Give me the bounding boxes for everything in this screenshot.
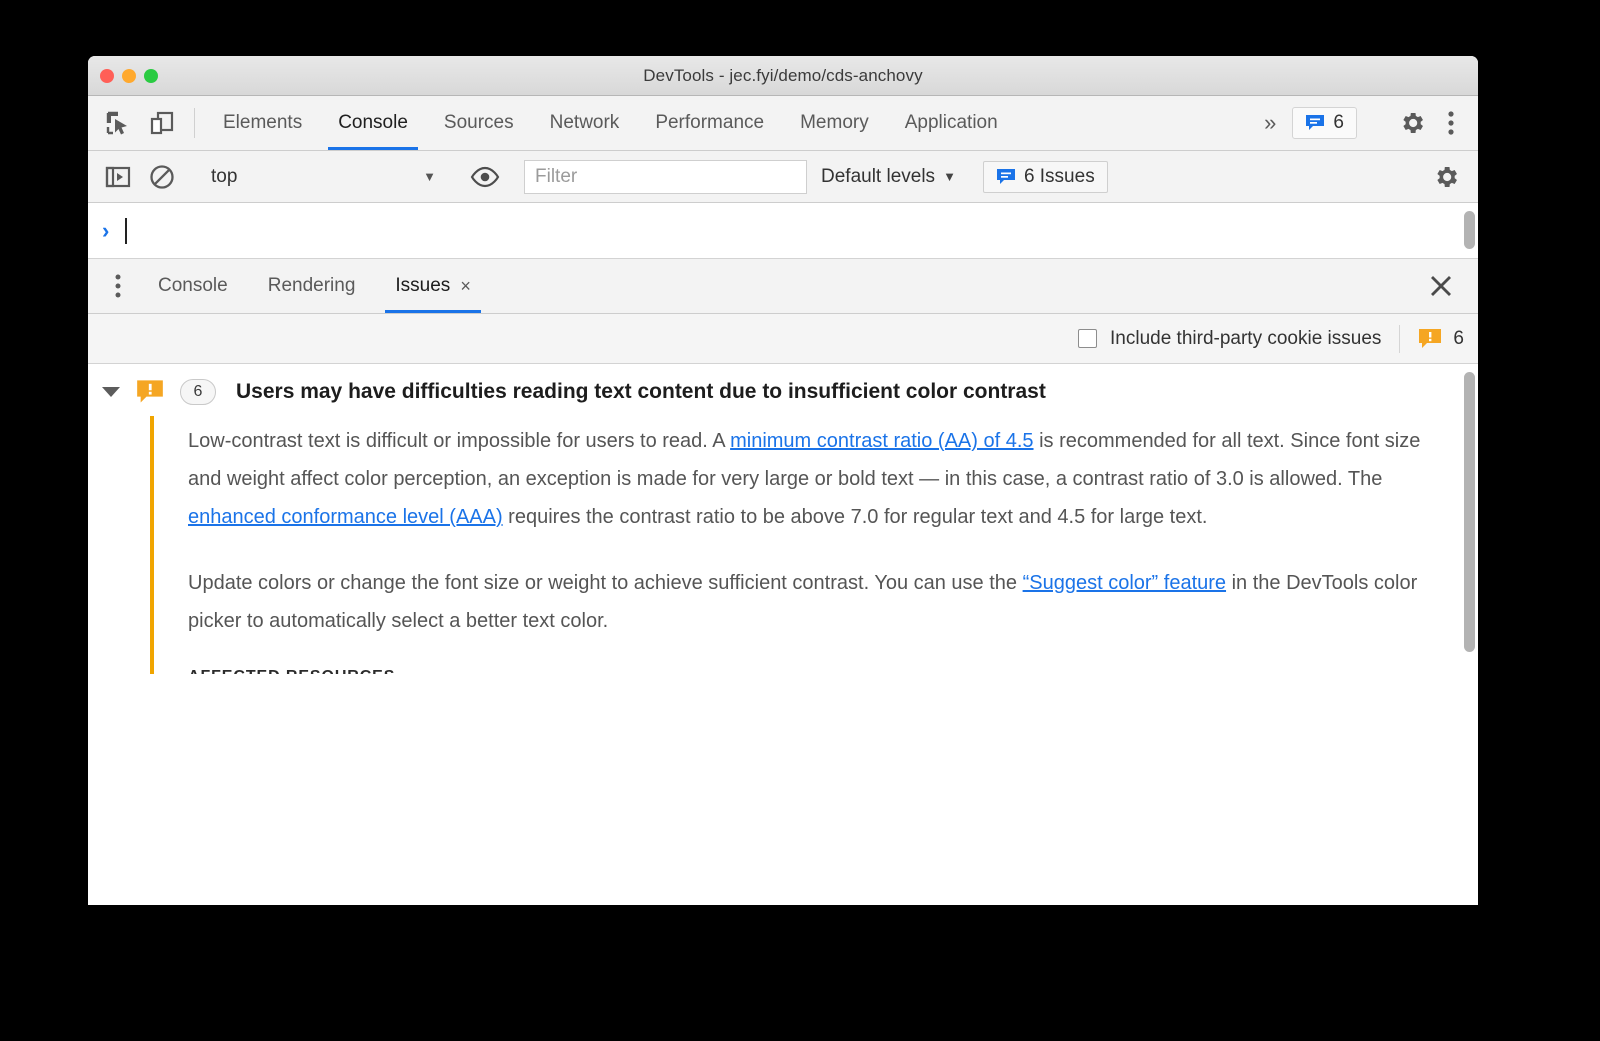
console-prompt-row[interactable]: › — [88, 203, 1478, 259]
tab-label: Sources — [443, 112, 514, 133]
drawer-tab-rendering[interactable]: Rendering — [248, 259, 376, 313]
clear-console-icon[interactable] — [140, 155, 184, 199]
affected-resources-title: AFFECTED RESOURCES — [188, 668, 1478, 674]
tab-application[interactable]: Application — [887, 96, 1016, 150]
issues-counter-button[interactable]: 6 — [1292, 107, 1357, 139]
console-toolbar-right — [1399, 155, 1468, 199]
text-run: Low-contrast text is difficult or imposs… — [188, 430, 731, 452]
text-run: Update colors or change the font size or… — [188, 572, 1023, 594]
tab-label: Console — [338, 112, 408, 133]
issues-counter-value: 6 — [1333, 112, 1344, 133]
issues-list: 6 Users may have difficulties reading te… — [88, 364, 1478, 674]
inspect-cursor-icon[interactable] — [96, 96, 140, 150]
prompt-caret-icon: › — [102, 217, 110, 243]
drawer-tab-issues[interactable]: Issues × — [375, 259, 490, 313]
tab-strip-right-controls: » 6 — [1250, 96, 1478, 150]
live-expression-eye-icon[interactable] — [463, 155, 507, 199]
traffic-lights — [100, 68, 158, 83]
more-tabs-icon[interactable]: » — [1250, 110, 1290, 136]
console-filter-toolbar: top ▼ Default levels ▼ 6 Issues — [88, 151, 1478, 203]
issues-warning-count: 6 — [1418, 327, 1464, 351]
tab-label: Performance — [655, 112, 765, 133]
link-enhanced-conformance[interactable]: enhanced conformance level (AAA) — [188, 506, 503, 528]
zoom-window-button[interactable] — [144, 68, 158, 83]
toolbar-divider — [1399, 324, 1401, 353]
issue-bubble-icon — [996, 168, 1015, 184]
tab-console[interactable]: Console — [320, 96, 426, 150]
gear-icon[interactable] — [1424, 155, 1468, 199]
window-title: DevTools - jec.fyi/demo/cds-anchovy — [643, 65, 923, 85]
drawer-menu-icon[interactable] — [98, 259, 138, 313]
tab-label: Network — [549, 112, 620, 133]
drawer-tab-label: Rendering — [267, 275, 356, 296]
tab-label: Memory — [800, 112, 869, 133]
issue-paragraph-1: Low-contrast text is difficult or imposs… — [188, 422, 1428, 536]
third-party-cookie-checkbox[interactable] — [1078, 329, 1097, 348]
log-levels-value: Default levels — [821, 165, 936, 187]
issue-count-badge: 6 — [180, 379, 216, 405]
console-sidebar-icon[interactable] — [96, 155, 140, 199]
chevron-down-icon: ▼ — [423, 169, 436, 184]
issue-paragraph-2: Update colors or change the font size or… — [188, 564, 1428, 640]
open-issues-button[interactable]: 6 Issues — [982, 160, 1108, 193]
issues-warning-count-value: 6 — [1453, 327, 1464, 349]
tab-elements[interactable]: Elements — [205, 96, 320, 150]
issue-header-row[interactable]: 6 Users may have difficulties reading te… — [88, 364, 1478, 416]
issue-bubble-icon — [1306, 115, 1325, 130]
devtools-tab-strip: Elements Console Sources Network Perform… — [88, 96, 1478, 151]
gear-icon[interactable] — [1390, 109, 1434, 137]
chevron-down-icon: ▼ — [943, 169, 956, 184]
device-toolbar-icon[interactable] — [140, 96, 184, 150]
drawer-tab-console[interactable]: Console — [138, 259, 248, 313]
tab-label: Elements — [223, 112, 303, 133]
devtools-window: DevTools - jec.fyi/demo/cds-anchovy Elem… — [88, 56, 1478, 905]
execution-context-select[interactable]: top ▼ — [201, 160, 446, 194]
tab-sources[interactable]: Sources — [426, 96, 532, 150]
issues-toolbar: Include third-party cookie issues 6 — [88, 314, 1478, 364]
chevron-down-icon[interactable] — [102, 387, 120, 397]
kebab-menu-icon[interactable] — [1436, 110, 1466, 136]
issues-scrollbar[interactable] — [1464, 372, 1475, 652]
window-titlebar: DevTools - jec.fyi/demo/cds-anchovy — [88, 56, 1478, 96]
link-minimum-contrast-ratio[interactable]: minimum contrast ratio (AA) of 4.5 — [730, 430, 1033, 452]
toolbar-divider — [194, 108, 195, 138]
text-cursor — [125, 217, 128, 244]
issue-warning-icon — [1419, 328, 1442, 348]
open-issues-label: 6 Issues — [1023, 165, 1095, 187]
tab-network[interactable]: Network — [532, 96, 638, 150]
third-party-cookie-label: Include third-party cookie issues — [1110, 327, 1382, 349]
close-icon[interactable]: × — [460, 276, 471, 297]
tab-label: Application — [904, 112, 998, 133]
issue-warning-icon — [137, 380, 163, 403]
close-window-button[interactable] — [100, 68, 114, 83]
log-levels-select[interactable]: Default levels ▼ — [807, 160, 970, 194]
filter-input[interactable] — [524, 159, 807, 194]
execution-context-value: top — [211, 165, 238, 187]
text-run: requires the contrast ratio to be above … — [502, 506, 1208, 528]
minimize-window-button[interactable] — [122, 68, 136, 83]
drawer-tab-label: Console — [158, 275, 228, 296]
third-party-cookie-checkbox-row[interactable]: Include third-party cookie issues — [1078, 328, 1381, 350]
tab-performance[interactable]: Performance — [637, 96, 782, 150]
issue-details: Low-contrast text is difficult or imposs… — [150, 416, 1478, 674]
close-drawer-button[interactable] — [1404, 259, 1478, 313]
drawer-tab-strip: Console Rendering Issues × — [88, 259, 1478, 314]
drawer-tab-label: Issues — [395, 275, 451, 296]
close-icon — [1431, 276, 1451, 296]
console-scrollbar[interactable] — [1464, 211, 1475, 249]
tab-memory[interactable]: Memory — [782, 96, 887, 150]
issue-title: Users may have difficulties reading text… — [236, 380, 1046, 403]
link-suggest-color-feature[interactable]: “Suggest color” feature — [1023, 572, 1226, 594]
